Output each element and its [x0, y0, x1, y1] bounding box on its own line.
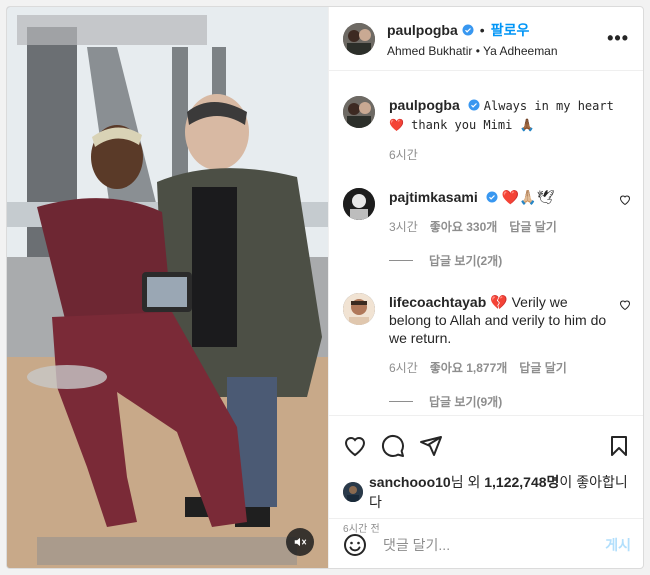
author-avatar[interactable] [343, 22, 375, 55]
separator-dot: • [479, 21, 485, 38]
comment-time[interactable]: 3시간 [389, 218, 418, 236]
add-comment-bar: 게시 [329, 518, 643, 568]
follow-button[interactable]: 팔로우 [491, 20, 530, 40]
post-sidebar: paulpogba • 팔로우 Ahmed Bukhatir • Ya Adhe… [328, 7, 643, 568]
comment-username[interactable]: lifecoachtayab [389, 294, 486, 310]
likes-middle: 님 외 [450, 474, 485, 490]
verified-badge-icon [468, 99, 480, 111]
caption-time[interactable]: 6시간 [389, 146, 418, 164]
comments-list: paulpogba Always in my heart ❤️ thank you… [329, 72, 643, 415]
likes-count[interactable]: 1,122,748명 [484, 474, 559, 490]
view-replies-label: 답글 보기(9개) [429, 395, 503, 409]
comment-icon[interactable] [381, 434, 405, 458]
verified-badge-icon [462, 24, 474, 35]
comment-item: pajtimkasami ❤️🙏🏼🕊 3시간 좋아요 330개 답글 달기 [343, 188, 631, 236]
reply-button[interactable]: 답글 달기 [519, 359, 567, 377]
post-actions: sanchooo10님 외 1,122,748명이 좋아합니다 6시간 전 [329, 415, 643, 535]
caption: paulpogba Always in my heart ❤️ thank you… [343, 96, 631, 164]
mute-button[interactable] [286, 528, 314, 556]
reply-button[interactable]: 답글 달기 [509, 218, 557, 236]
caption-avatar[interactable] [343, 96, 375, 128]
comment-avatar[interactable] [343, 188, 375, 220]
comment-heart-icon[interactable] [619, 194, 631, 206]
liker-avatar[interactable] [343, 482, 363, 502]
comment-input[interactable] [383, 536, 606, 553]
comment-avatar[interactable] [343, 293, 375, 325]
comment-text: ❤️🙏🏼🕊 [501, 189, 555, 205]
verified-badge-icon [486, 191, 498, 203]
comment-likes[interactable]: 좋아요 1,877개 [430, 359, 508, 377]
view-replies-label: 답글 보기(2개) [429, 254, 503, 268]
view-replies-button[interactable]: 답글 보기(2개) [389, 252, 631, 269]
post-header: paulpogba • 팔로우 Ahmed Bukhatir • Ya Adhe… [329, 7, 643, 71]
heart-icon[interactable] [343, 434, 367, 458]
video-frame [7, 7, 328, 568]
post-modal: paulpogba • 팔로우 Ahmed Bukhatir • Ya Adhe… [6, 6, 644, 569]
author-username[interactable]: paulpogba [387, 22, 458, 38]
replies-divider [389, 260, 413, 261]
replies-divider [389, 401, 413, 402]
comment-time[interactable]: 6시간 [389, 359, 418, 377]
comment-item: lifecoachtayab 💔 Verily we belong to Alla… [343, 293, 631, 377]
comment-heart-icon[interactable] [619, 299, 631, 311]
liker-username[interactable]: sanchooo10 [369, 474, 451, 490]
bookmark-icon[interactable] [607, 434, 631, 458]
view-replies-button[interactable]: 답글 보기(9개) [389, 393, 631, 410]
mute-icon [294, 537, 307, 547]
comment-likes[interactable]: 좋아요 330개 [430, 218, 498, 236]
share-icon[interactable] [419, 434, 443, 458]
post-video[interactable] [7, 7, 328, 568]
likes-summary[interactable]: sanchooo10님 외 1,122,748명이 좋아합니다 [343, 472, 631, 512]
more-options-icon[interactable]: ••• [607, 28, 629, 49]
audio-attribution[interactable]: Ahmed Bukhatir • Ya Adheeman [387, 44, 607, 58]
post-comment-button[interactable]: 게시 [605, 535, 631, 555]
emoji-icon[interactable] [343, 533, 367, 557]
comment-username[interactable]: pajtimkasami [389, 189, 478, 205]
caption-username[interactable]: paulpogba [389, 97, 460, 113]
